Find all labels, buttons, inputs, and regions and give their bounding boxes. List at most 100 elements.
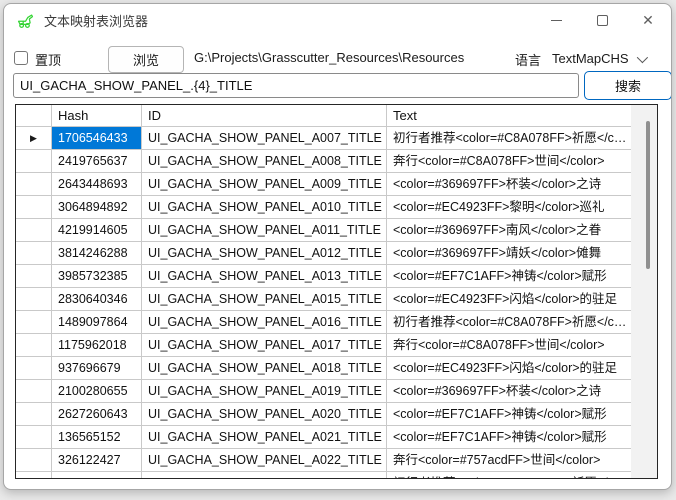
table-row[interactable]: ▶ 1706546433 UI_GACHA_SHOW_PANEL_A007_TI…: [16, 127, 631, 150]
cell-hash[interactable]: 937696679: [52, 357, 142, 380]
row-header-cell[interactable]: [16, 426, 52, 449]
cell-text[interactable]: <color=#EF7C1AFF>神铸</color>赋形: [387, 426, 631, 449]
toolbar: 置顶 浏览 G:\Projects\Grasscutter_Resources\…: [4, 44, 671, 74]
cell-text[interactable]: <color=#369697FF>杯装</color>之诗: [387, 380, 631, 403]
row-header-cell[interactable]: [16, 380, 52, 403]
table-header-row: Hash ID Text: [16, 105, 631, 127]
row-header-cell[interactable]: [16, 449, 52, 472]
cell-hash[interactable]: 1175962018: [52, 334, 142, 357]
cell-text[interactable]: 奔行<color=#C8A078FF>世间</color>: [387, 334, 631, 357]
row-header-cell[interactable]: [16, 150, 52, 173]
row-header-cell[interactable]: [16, 219, 52, 242]
table-row[interactable]: 1175962018 UI_GACHA_SHOW_PANEL_A017_TITL…: [16, 334, 631, 357]
minimize-icon: [551, 20, 562, 21]
scrollbar-thumb[interactable]: [646, 121, 650, 269]
table-row[interactable]: 2830640346 UI_GACHA_SHOW_PANEL_A015_TITL…: [16, 288, 631, 311]
table-row[interactable]: 937696679 UI_GACHA_SHOW_PANEL_A018_TITLE…: [16, 357, 631, 380]
cell-id[interactable]: UI_GACHA_SHOW_PANEL_A022_TITLE: [142, 449, 387, 472]
browse-button[interactable]: 浏览: [108, 46, 184, 73]
cell-text[interactable]: <color=#EF7C1AFF>神铸</color>赋形: [387, 403, 631, 426]
search-button[interactable]: 搜索: [584, 71, 672, 100]
row-header-cell[interactable]: [16, 357, 52, 380]
cell-hash[interactable]: 1489097864: [52, 311, 142, 334]
cell-hash[interactable]: 4219914605: [52, 219, 142, 242]
cell-id[interactable]: UI_GACHA_SHOW_PANEL_A009_TITLE: [142, 173, 387, 196]
table-row[interactable]: 2643448693 UI_GACHA_SHOW_PANEL_A009_TITL…: [16, 173, 631, 196]
cell-text[interactable]: <color=#369697FF>南风</color>之眷: [387, 219, 631, 242]
cell-id[interactable]: UI_GACHA_SHOW_PANEL_A015_TITLE: [142, 288, 387, 311]
cell-hash[interactable]: 2643448693: [52, 173, 142, 196]
row-header-cell[interactable]: [16, 265, 52, 288]
row-header-cell[interactable]: [16, 242, 52, 265]
cell-hash[interactable]: 3985732385: [52, 265, 142, 288]
cell-id[interactable]: [142, 472, 387, 478]
chevron-down-icon: [636, 51, 647, 62]
cell-hash[interactable]: [52, 472, 142, 478]
cell-hash[interactable]: 2419765637: [52, 150, 142, 173]
table-row[interactable]: 4219914605 UI_GACHA_SHOW_PANEL_A011_TITL…: [16, 219, 631, 242]
column-header-hash[interactable]: Hash: [52, 105, 142, 127]
table-row[interactable]: 2419765637 UI_GACHA_SHOW_PANEL_A008_TITL…: [16, 150, 631, 173]
cell-hash[interactable]: 2100280655: [52, 380, 142, 403]
table-row[interactable]: 326122427 UI_GACHA_SHOW_PANEL_A022_TITLE…: [16, 449, 631, 472]
cell-text[interactable]: <color=#EF7C1AFF>神铸</color>赋形: [387, 265, 631, 288]
cell-text[interactable]: <color=#EC4923FF>黎明</color>巡礼: [387, 196, 631, 219]
column-header-id[interactable]: ID: [142, 105, 387, 127]
cell-hash[interactable]: 2627260643: [52, 403, 142, 426]
row-header-cell[interactable]: [16, 472, 52, 478]
cell-id[interactable]: UI_GACHA_SHOW_PANEL_A017_TITLE: [142, 334, 387, 357]
cell-text[interactable]: 初行者推荐<color=#C8A078FF>祈愿</color>: [387, 127, 631, 150]
cell-text[interactable]: <color=#369697FF>杯装</color>之诗: [387, 173, 631, 196]
column-header-text[interactable]: Text: [387, 105, 631, 127]
cell-hash[interactable]: 1706546433: [52, 127, 142, 150]
cell-text[interactable]: 初行者推荐<color=#C8A078FF>祈愿</color>: [387, 311, 631, 334]
row-header-cell[interactable]: [16, 311, 52, 334]
cell-text[interactable]: 奔行<color=#757acdFF>世间</color>: [387, 449, 631, 472]
cell-id[interactable]: UI_GACHA_SHOW_PANEL_A021_TITLE: [142, 426, 387, 449]
table-content: Hash ID Text ▶ 1706546433 UI_GACHA_SHOW_…: [16, 105, 631, 478]
row-header-cell[interactable]: [16, 196, 52, 219]
row-header-cell[interactable]: ▶: [16, 127, 52, 150]
current-row-indicator: ▶: [30, 133, 37, 144]
table-row[interactable]: 1489097864 UI_GACHA_SHOW_PANEL_A016_TITL…: [16, 311, 631, 334]
cell-id[interactable]: UI_GACHA_SHOW_PANEL_A019_TITLE: [142, 380, 387, 403]
language-label: 语言: [515, 50, 541, 69]
cell-id[interactable]: UI_GACHA_SHOW_PANEL_A012_TITLE: [142, 242, 387, 265]
cell-hash[interactable]: 3064894892: [52, 196, 142, 219]
row-header-cell[interactable]: [16, 173, 52, 196]
table-row[interactable]: 3814246288 UI_GACHA_SHOW_PANEL_A012_TITL…: [16, 242, 631, 265]
table-row[interactable]: 136565152 UI_GACHA_SHOW_PANEL_A021_TITLE…: [16, 426, 631, 449]
maximize-button[interactable]: [579, 4, 625, 36]
cell-text[interactable]: 初行者推荐<color=#C8A078FF>祈愿</color>: [387, 472, 631, 478]
cell-hash[interactable]: 3814246288: [52, 242, 142, 265]
cell-id[interactable]: UI_GACHA_SHOW_PANEL_A011_TITLE: [142, 219, 387, 242]
table-row[interactable]: 2627260643 UI_GACHA_SHOW_PANEL_A020_TITL…: [16, 403, 631, 426]
close-button[interactable]: ✕: [625, 4, 671, 36]
always-on-top-checkbox[interactable]: [14, 51, 28, 65]
table-row[interactable]: 2100280655 UI_GACHA_SHOW_PANEL_A019_TITL…: [16, 380, 631, 403]
cell-text[interactable]: <color=#369697FF>靖妖</color>傩舞: [387, 242, 631, 265]
search-input[interactable]: [13, 73, 579, 98]
cell-text[interactable]: <color=#EC4923FF>闪焰</color>的驻足: [387, 288, 631, 311]
cell-hash[interactable]: 326122427: [52, 449, 142, 472]
cell-id[interactable]: UI_GACHA_SHOW_PANEL_A013_TITLE: [142, 265, 387, 288]
cell-id[interactable]: UI_GACHA_SHOW_PANEL_A016_TITLE: [142, 311, 387, 334]
cell-id[interactable]: UI_GACHA_SHOW_PANEL_A018_TITLE: [142, 357, 387, 380]
cell-hash[interactable]: 2830640346: [52, 288, 142, 311]
cell-hash[interactable]: 136565152: [52, 426, 142, 449]
cell-text[interactable]: <color=#EC4923FF>闪焰</color>的驻足: [387, 357, 631, 380]
row-header-cell[interactable]: [16, 334, 52, 357]
table-row[interactable]: 初行者推荐<color=#C8A078FF>祈愿</color>: [16, 472, 631, 478]
table-row[interactable]: 3985732385 UI_GACHA_SHOW_PANEL_A013_TITL…: [16, 265, 631, 288]
cell-id[interactable]: UI_GACHA_SHOW_PANEL_A010_TITLE: [142, 196, 387, 219]
cell-text[interactable]: 奔行<color=#C8A078FF>世间</color>: [387, 150, 631, 173]
cell-id[interactable]: UI_GACHA_SHOW_PANEL_A007_TITLE: [142, 127, 387, 150]
cell-id[interactable]: UI_GACHA_SHOW_PANEL_A020_TITLE: [142, 403, 387, 426]
row-header-cell[interactable]: [16, 403, 52, 426]
minimize-button[interactable]: [533, 4, 579, 36]
row-header-cell[interactable]: [16, 288, 52, 311]
language-select[interactable]: TextMapCHS: [548, 46, 666, 71]
table-row[interactable]: 3064894892 UI_GACHA_SHOW_PANEL_A010_TITL…: [16, 196, 631, 219]
cell-id[interactable]: UI_GACHA_SHOW_PANEL_A008_TITLE: [142, 150, 387, 173]
vertical-scrollbar[interactable]: [631, 105, 657, 478]
